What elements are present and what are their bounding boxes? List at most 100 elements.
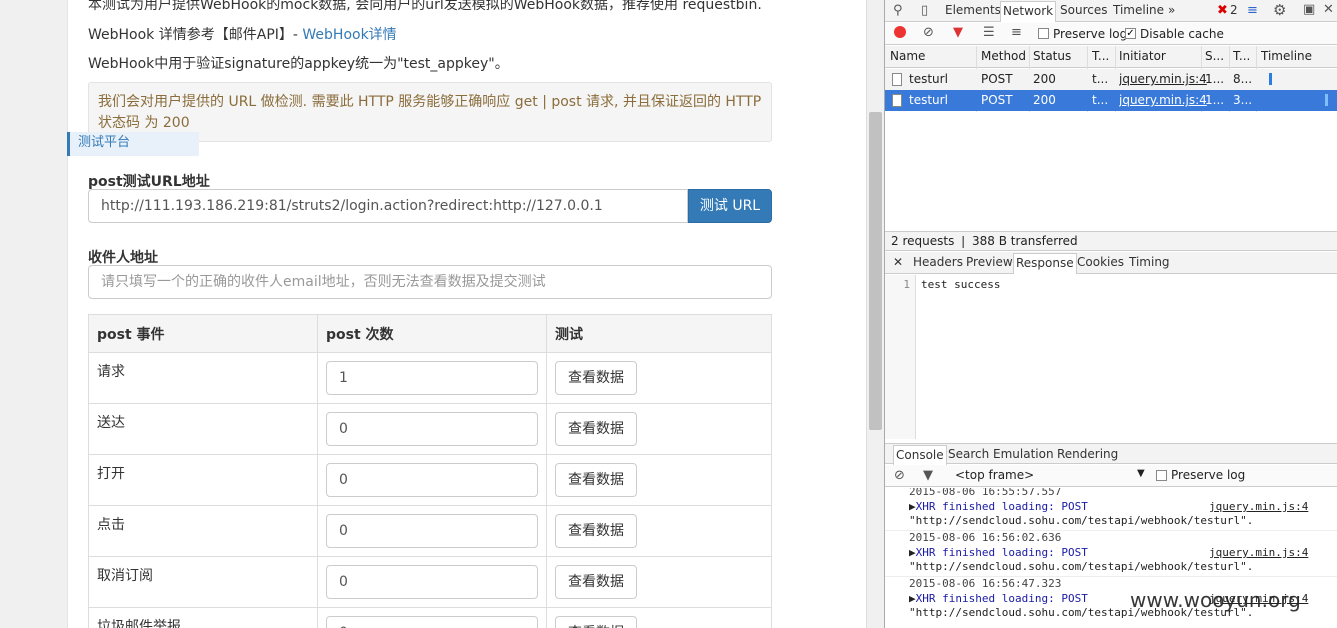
console-source-link[interactable]: jquery.min.js:4 xyxy=(1209,500,1308,513)
console-drawer-icon[interactable]: ≡ xyxy=(1247,3,1258,19)
request-status: 200 xyxy=(1033,72,1056,86)
expand-arrow-icon[interactable]: ▶ xyxy=(909,592,916,605)
summary-text: 2 requests ❘ 388 B transferred xyxy=(891,234,1078,248)
tab-timeline[interactable]: Timeline xyxy=(1113,3,1164,17)
table-row: 送达 0 查看数据 xyxy=(88,403,772,455)
header-event: post 事件 xyxy=(88,314,318,353)
col-timeline[interactable]: Timeline xyxy=(1261,49,1312,63)
expand-arrow-icon[interactable]: ▶ xyxy=(909,546,916,559)
console-url-link[interactable]: "http://sendcloud.sohu.com/testapi/webho… xyxy=(909,560,1253,573)
console-source-link[interactable]: jquery.min.js:4 xyxy=(1209,546,1308,559)
scroll-thumb[interactable] xyxy=(869,112,882,430)
console-url-link[interactable]: "http://sendcloud.sohu.com/testapi/webho… xyxy=(909,514,1253,527)
tab-headers[interactable]: Headers xyxy=(913,255,963,269)
tab-network[interactable]: Network xyxy=(1000,1,1057,22)
request-time: 3... xyxy=(1233,93,1253,107)
device-mode-icon[interactable]: ▯ xyxy=(921,3,928,19)
request-initiator-link[interactable]: jquery.min.js:4 xyxy=(1119,93,1207,107)
watermark-text: www.wooyun.org xyxy=(1130,588,1301,612)
col-type[interactable]: T... xyxy=(1092,49,1109,63)
count-input[interactable]: 0 xyxy=(326,514,538,548)
network-request-row-selected[interactable]: testurl POST 200 t... jquery.min.js:4 1.… xyxy=(885,90,1337,111)
view-data-button[interactable]: 查看数据 xyxy=(555,565,637,599)
col-time[interactable]: T... xyxy=(1233,49,1250,63)
count-input[interactable]: 0 xyxy=(326,463,538,497)
count-input[interactable]: 1 xyxy=(326,361,538,395)
col-method[interactable]: Method xyxy=(981,49,1026,63)
event-name: 取消订阅 xyxy=(88,556,318,608)
overview-icon[interactable]: ≡ xyxy=(1011,25,1022,41)
network-request-row[interactable]: testurl POST 200 t... jquery.min.js:4 1.… xyxy=(885,69,1337,90)
expand-arrow-icon[interactable]: ▶ xyxy=(909,500,916,513)
recipient-email-input[interactable] xyxy=(88,265,772,299)
tab-elements[interactable]: Elements xyxy=(945,3,1001,17)
request-initiator-link[interactable]: jquery.min.js:4 xyxy=(1119,72,1207,86)
view-data-button[interactable]: 查看数据 xyxy=(555,463,637,497)
col-name[interactable]: Name xyxy=(890,49,925,63)
post-url-input[interactable] xyxy=(88,189,688,223)
view-data-button[interactable]: 查看数据 xyxy=(555,361,637,395)
tab-rendering[interactable]: Rendering xyxy=(1057,447,1118,461)
more-tabs-icon[interactable]: » xyxy=(1168,3,1175,17)
console-entry: ▶XHR finished loading: POST xyxy=(909,592,1088,605)
view-data-button[interactable]: 查看数据 xyxy=(555,514,637,548)
col-size[interactable]: S... xyxy=(1205,49,1224,63)
webhook-detail-link[interactable]: WebHook详情 xyxy=(302,27,396,43)
preserve-log-checkbox[interactable] xyxy=(1038,28,1049,39)
request-type: t... xyxy=(1092,72,1109,86)
count-input[interactable]: 0 xyxy=(326,412,538,446)
page-scrollbar[interactable] xyxy=(866,0,884,628)
count-input[interactable]: 0 xyxy=(326,616,538,628)
close-detail-icon[interactable]: ✕ xyxy=(893,255,903,269)
tab-sources[interactable]: Sources xyxy=(1060,3,1107,17)
chevron-down-icon[interactable]: ▼ xyxy=(1137,468,1145,479)
request-type: t... xyxy=(1092,93,1109,107)
web-page: 本测试为用户提供WebHook的mock数据, 会向用户的url发送模拟的Web… xyxy=(0,0,866,628)
gear-icon[interactable]: ⚙ xyxy=(1273,2,1286,18)
preserve-log-label: Preserve log xyxy=(1053,27,1128,41)
tab-search[interactable]: Search xyxy=(948,447,989,461)
filter-icon[interactable]: ▼ xyxy=(953,25,963,41)
disable-cache-label: Disable cache xyxy=(1140,27,1224,41)
console-entry: ▶XHR finished loading: POST xyxy=(909,500,1088,513)
console-preserve-log-checkbox[interactable] xyxy=(1156,470,1167,481)
error-icon[interactable]: ✖ xyxy=(1217,3,1228,19)
request-size: 1... xyxy=(1205,72,1225,86)
view-data-button[interactable]: 查看数据 xyxy=(555,616,637,628)
console-message: XHR finished loading: POST xyxy=(915,500,1088,513)
close-icon[interactable]: ✕ xyxy=(1323,2,1334,18)
console-timestamp: 2015-08-06 16:56:47.323 xyxy=(909,577,1062,590)
disable-cache-checkbox[interactable]: ✓ xyxy=(1125,28,1136,39)
col-status[interactable]: Status xyxy=(1033,49,1071,63)
event-name: 请求 xyxy=(88,352,318,404)
error-count: 2 xyxy=(1230,3,1238,17)
inspect-icon[interactable]: ⚲ xyxy=(893,3,903,19)
tab-response[interactable]: Response xyxy=(1013,253,1077,274)
console-message: XHR finished loading: POST xyxy=(915,546,1088,559)
count-input[interactable]: 0 xyxy=(326,565,538,599)
console-timestamp: 2015-08-06 16:56:02.636 xyxy=(909,531,1062,544)
console-filter-icon[interactable]: ▼ xyxy=(923,468,933,484)
list-view-icon[interactable]: ☰ xyxy=(983,25,995,41)
dock-icon[interactable]: ▣ xyxy=(1303,2,1315,18)
tab-emulation[interactable]: Emulation xyxy=(993,447,1054,461)
request-method: POST xyxy=(981,72,1013,86)
clear-console-icon[interactable]: ⊘ xyxy=(894,468,905,484)
col-initiator[interactable]: Initiator xyxy=(1119,49,1166,63)
test-url-button[interactable]: 测试 URL xyxy=(688,189,772,223)
tab-preview[interactable]: Preview xyxy=(966,255,1013,269)
appkey-text: WebHook中用于验证signature的appkey统一为"test_app… xyxy=(88,56,509,72)
console-message: XHR finished loading: POST xyxy=(915,592,1088,605)
side-tab-test-platform[interactable]: 测试平台 xyxy=(67,132,199,156)
request-size: 1... xyxy=(1205,93,1225,107)
tab-cookies[interactable]: Cookies xyxy=(1077,255,1124,269)
frame-select[interactable]: <top frame> xyxy=(955,468,1034,482)
tab-timing[interactable]: Timing xyxy=(1129,255,1170,269)
response-viewer: 1 test success xyxy=(885,275,1337,439)
clear-icon[interactable]: ⊘ xyxy=(923,25,934,41)
view-data-button[interactable]: 查看数据 xyxy=(555,412,637,446)
record-icon[interactable] xyxy=(894,26,906,38)
tab-console[interactable]: Console xyxy=(893,445,947,466)
file-icon xyxy=(892,73,902,86)
event-name: 送达 xyxy=(88,403,318,455)
